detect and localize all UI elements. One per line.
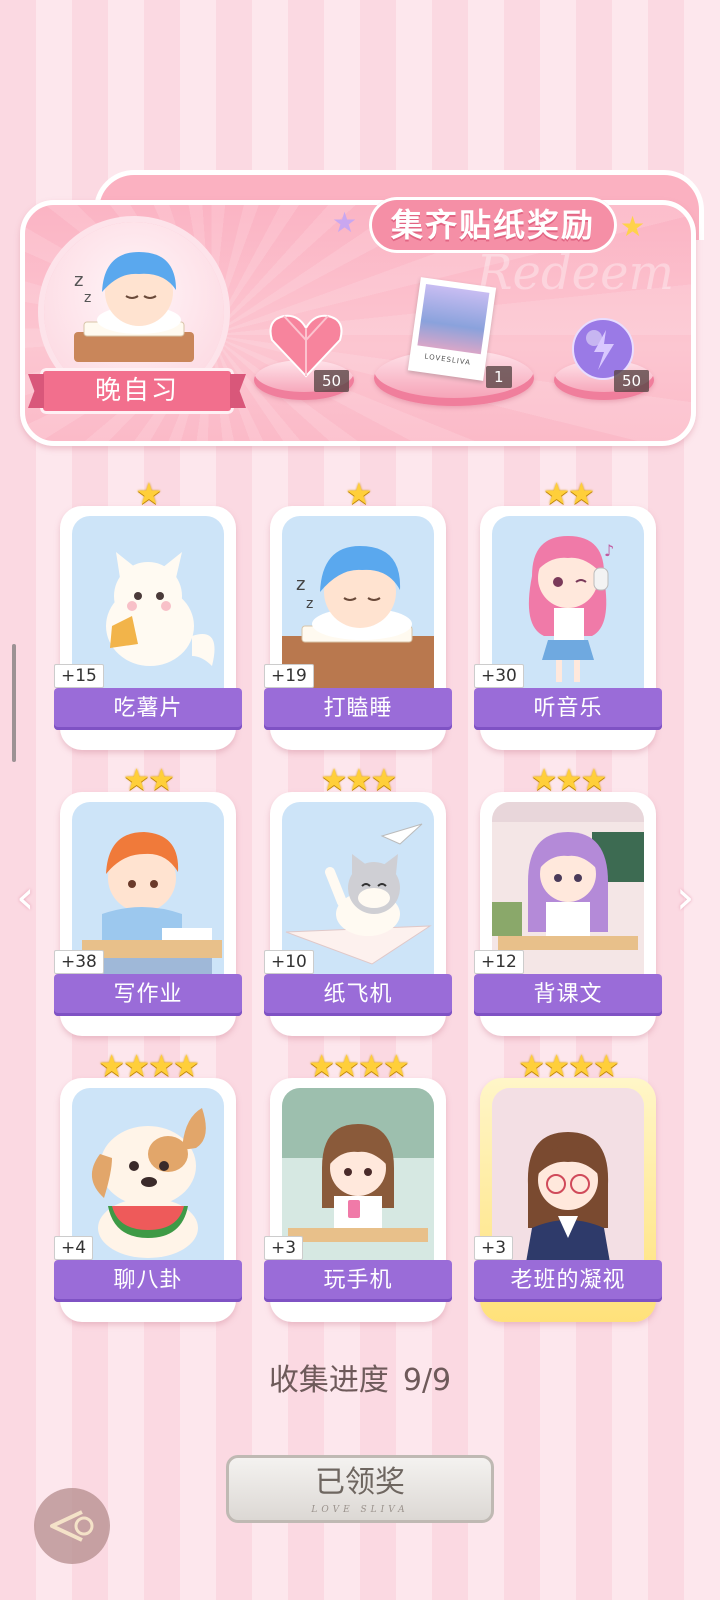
featured-sticker-label: 晚自习 — [40, 368, 234, 414]
claim-button-label: 已领奖 — [315, 1465, 405, 1500]
sticker-card[interactable]: +15 吃薯片 ★ — [54, 477, 242, 758]
photo-card-icon: LOVESLIVA — [407, 277, 497, 381]
sticker-bonus: +3 — [264, 1236, 304, 1260]
back-arrow-icon — [50, 1510, 94, 1542]
sticker-label: 老班的凝视 — [474, 1260, 662, 1302]
svg-text:z: z — [74, 270, 83, 291]
progress-value: 9/9 — [402, 1363, 452, 1398]
reward-count: 1 — [486, 366, 512, 388]
reward-banner: Redeem ★ 集齐贴纸奖励 ★ z z 晚自习 50 LOVESLIVA 1… — [14, 170, 704, 455]
back-button[interactable] — [34, 1488, 110, 1564]
teacher-gaze-illustration — [492, 1088, 644, 1274]
sticker-label: 玩手机 — [264, 1260, 452, 1302]
svg-text:z: z — [296, 574, 305, 595]
star-rating: ★★★★ — [518, 1049, 620, 1084]
sticker-card[interactable]: +3 老班的凝视 ★★★★ — [474, 1049, 662, 1330]
sticker-label: 听音乐 — [474, 688, 662, 730]
phone-girl-illustration — [282, 1088, 434, 1242]
sticker-card[interactable]: +38 写作业 ★★ — [54, 763, 242, 1044]
sticker-label: 写作业 — [54, 974, 242, 1016]
sticker-bonus: +19 — [264, 664, 314, 688]
sticker-card[interactable]: +10 纸飞机 ★★★ — [264, 763, 452, 1044]
reward-count: 50 — [314, 370, 350, 392]
sticker-bonus: +38 — [54, 950, 104, 974]
sticker-label: 聊八卦 — [54, 1260, 242, 1302]
puppy-watermelon-illustration — [91, 1108, 206, 1258]
prev-page-arrow[interactable]: ‹ — [16, 870, 34, 924]
svg-text:♪: ♪ — [604, 541, 614, 560]
claimed-reward-button[interactable]: 已领奖 LOVE SLIVA — [226, 1455, 494, 1523]
star-rating: ★ — [135, 477, 163, 512]
collection-progress: 收集进度 9/9 — [0, 1355, 720, 1399]
sticker-label: 背课文 — [474, 974, 662, 1016]
star-icon: ★ — [620, 210, 646, 243]
reward-count: 50 — [614, 370, 650, 392]
sticker-card[interactable]: +4 聊八卦 ★★★★ — [54, 1049, 242, 1330]
star-rating: ★★★ — [320, 763, 398, 798]
sticker-card[interactable]: z z +19 打瞌睡 ★ — [264, 477, 452, 758]
banner-ghost-text: Redeem — [476, 245, 674, 301]
star-icon: ★ — [332, 206, 358, 239]
sticker-bonus: +15 — [54, 664, 104, 688]
star-rating: ★★ — [543, 477, 595, 512]
claim-button-sublabel: LOVE SLIVA — [311, 1505, 409, 1515]
sticker-bonus: +4 — [54, 1236, 94, 1260]
star-rating: ★★★★ — [308, 1049, 410, 1084]
sticker-card[interactable]: +3 玩手机 ★★★★ — [264, 1049, 452, 1330]
star-rating: ★★★ — [530, 763, 608, 798]
sticker-bonus: +10 — [264, 950, 314, 974]
svg-text:z: z — [84, 290, 91, 306]
sticker-label: 吃薯片 — [54, 688, 242, 730]
sticker-label: 纸飞机 — [264, 974, 452, 1016]
sticker-bonus: +30 — [474, 664, 524, 688]
sticker-card[interactable]: +12 背课文 ★★★ — [474, 763, 662, 1044]
star-rating: ★★ — [123, 763, 175, 798]
progress-label: 收集进度 — [268, 1363, 389, 1398]
sticker-bonus: +3 — [474, 1236, 514, 1260]
next-page-arrow[interactable]: › — [676, 870, 694, 924]
star-rating: ★ — [345, 477, 373, 512]
star-rating: ★★★★ — [98, 1049, 200, 1084]
sticker-card[interactable]: ♪ +30 听音乐 ★★ — [474, 477, 662, 758]
scroll-indicator[interactable] — [12, 644, 16, 762]
banner-title: 集齐贴纸奖励 — [369, 197, 618, 253]
svg-text:z: z — [306, 596, 313, 612]
sticker-label: 打瞌睡 — [264, 688, 452, 730]
sticker-bonus: +12 — [474, 950, 524, 974]
